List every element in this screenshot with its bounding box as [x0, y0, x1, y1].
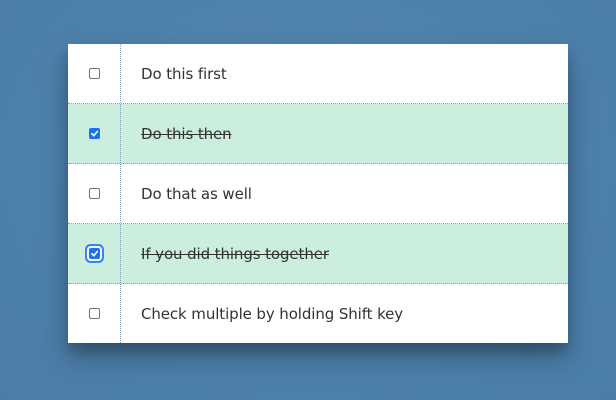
- item-label: Do this then: [141, 124, 232, 143]
- item-label: If you did things together: [141, 244, 329, 263]
- list-item[interactable]: Do this then: [68, 104, 568, 164]
- checkbox-cell: [68, 284, 121, 343]
- list-item[interactable]: If you did things together: [68, 224, 568, 284]
- item-checkbox[interactable]: [88, 68, 100, 79]
- page-background: Do this first Do this then Do that as we…: [0, 0, 616, 400]
- checkbox-cell: [68, 44, 121, 103]
- check-icon: [90, 130, 98, 137]
- item-checkbox[interactable]: [88, 188, 100, 199]
- item-checkbox[interactable]: [88, 128, 100, 139]
- checklist-panel: Do this first Do this then Do that as we…: [68, 44, 568, 343]
- item-checkbox[interactable]: [88, 308, 100, 319]
- list-item[interactable]: Do this first: [68, 44, 568, 104]
- list-item[interactable]: Do that as well: [68, 164, 568, 224]
- check-icon: [90, 250, 98, 257]
- checkbox-cell: [68, 104, 121, 163]
- item-label: Check multiple by holding Shift key: [141, 304, 404, 323]
- item-checkbox[interactable]: [88, 248, 100, 259]
- item-label: Do that as well: [141, 184, 252, 203]
- checkbox-cell: [68, 164, 121, 223]
- checkbox-cell: [68, 224, 121, 283]
- item-label: Do this first: [141, 64, 227, 83]
- list-item[interactable]: Check multiple by holding Shift key: [68, 284, 568, 343]
